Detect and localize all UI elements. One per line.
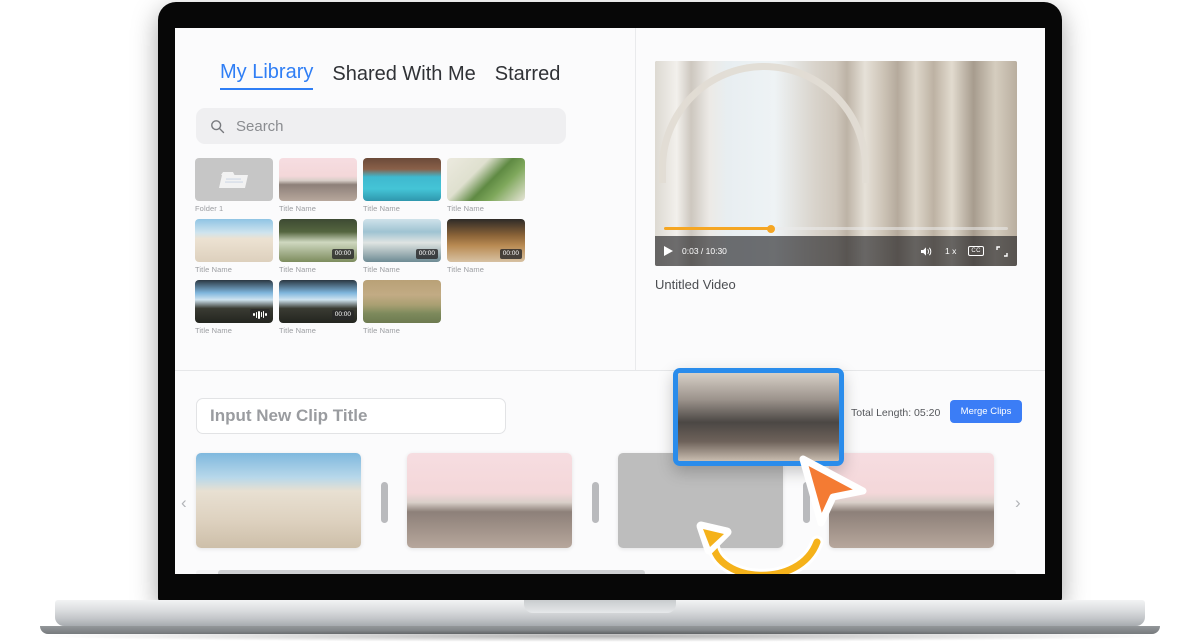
clip-title-input[interactable]: Input New Clip Title xyxy=(196,398,506,434)
laptop-shadow xyxy=(30,630,1170,642)
list-item-label: Title Name xyxy=(447,204,484,213)
list-item[interactable]: 00:00 Title Name xyxy=(447,219,525,274)
list-item[interactable]: Title Name xyxy=(279,158,357,213)
search-placeholder: Search xyxy=(236,117,284,135)
total-length-label: Total Length: 05:20 xyxy=(851,407,941,419)
list-item-label: Title Name xyxy=(363,326,400,335)
list-item[interactable]: Title Name xyxy=(363,280,441,335)
progress-bar[interactable] xyxy=(664,224,1008,233)
clip-title-placeholder: Input New Clip Title xyxy=(210,406,368,425)
play-icon[interactable] xyxy=(664,246,673,256)
progress-knob[interactable] xyxy=(766,224,775,233)
library-thumbnail-grid: Folder 1 Title Name Title Name Title Nam… xyxy=(195,158,607,335)
thumbnail-image[interactable]: 00:00 xyxy=(279,280,357,323)
thumbnail-image[interactable]: 00:00 xyxy=(363,219,441,262)
video-title: Untitled Video xyxy=(655,277,736,292)
fullscreen-icon[interactable] xyxy=(996,245,1008,257)
timeline-clip[interactable] xyxy=(407,453,572,548)
progress-fill xyxy=(664,227,771,230)
list-item[interactable]: 00:00 Title Name xyxy=(279,280,357,335)
dragged-clip-card[interactable] xyxy=(673,368,844,466)
horizontal-scrollbar-thumb[interactable] xyxy=(218,570,645,574)
waveform-icon xyxy=(250,309,270,320)
player-controls: 0:03 / 10:30 1 x CC xyxy=(655,224,1017,266)
timeline-strip: ‹ › xyxy=(175,453,1045,553)
thumbnail-image[interactable]: 00:00 xyxy=(447,219,525,262)
volume-icon[interactable] xyxy=(920,246,933,257)
timeline-next-arrow[interactable]: › xyxy=(1015,493,1021,513)
time-display: 0:03 / 10:30 xyxy=(682,246,727,256)
duration-badge: 00:00 xyxy=(499,249,522,259)
library-tabs: My Library Shared With Me Starred xyxy=(220,61,560,90)
list-item[interactable]: Folder 1 xyxy=(195,158,273,213)
duration-badge: 00:00 xyxy=(331,249,354,259)
laptop-base-notch xyxy=(524,600,676,613)
list-item-label: Title Name xyxy=(447,265,484,274)
thumbnail-image[interactable] xyxy=(195,280,273,323)
search-icon xyxy=(211,119,225,133)
duration-badge: 00:00 xyxy=(331,310,354,320)
captions-button[interactable]: CC xyxy=(968,246,984,256)
list-item[interactable]: Title Name xyxy=(195,280,273,335)
section-divider xyxy=(175,370,1045,371)
pointer-arrow-cursor xyxy=(799,455,867,527)
tab-shared-with-me[interactable]: Shared With Me xyxy=(332,63,475,90)
tab-starred[interactable]: Starred xyxy=(495,63,561,90)
player-controls-right: 1 x CC xyxy=(920,245,1008,257)
list-item[interactable]: 00:00 Title Name xyxy=(363,219,441,274)
laptop-mockup: My Library Shared With Me Starred Search xyxy=(0,0,1200,644)
clip-divider-handle[interactable] xyxy=(592,482,599,523)
folder-tile[interactable] xyxy=(195,158,273,201)
search-input[interactable]: Search xyxy=(196,108,566,144)
tab-my-library[interactable]: My Library xyxy=(220,61,314,90)
timeline-clip[interactable] xyxy=(196,453,361,548)
panel-divider-vertical xyxy=(635,28,636,370)
thumbnail-image[interactable] xyxy=(279,158,357,201)
list-item[interactable]: Title Name xyxy=(195,219,273,274)
list-item[interactable]: 00:00 Title Name xyxy=(279,219,357,274)
timeline-prev-arrow[interactable]: ‹ xyxy=(181,493,187,513)
thumbnail-image[interactable] xyxy=(363,280,441,323)
list-item-label: Title Name xyxy=(363,265,400,274)
duration-badge: 00:00 xyxy=(415,249,438,259)
merge-clips-button[interactable]: Merge Clips xyxy=(950,400,1022,423)
list-item-label: Title Name xyxy=(363,204,400,213)
list-item-label: Title Name xyxy=(195,326,232,335)
list-item-label: Title Name xyxy=(195,265,232,274)
thumbnail-image[interactable]: 00:00 xyxy=(279,219,357,262)
video-player[interactable]: 0:03 / 10:30 1 x CC xyxy=(655,61,1017,266)
app-screen: My Library Shared With Me Starred Search xyxy=(175,28,1045,574)
thumbnail-image[interactable] xyxy=(195,219,273,262)
list-item-label: Title Name xyxy=(279,265,316,274)
list-item-label: Title Name xyxy=(279,204,316,213)
playback-speed-label[interactable]: 1 x xyxy=(945,246,956,256)
thumbnail-image[interactable] xyxy=(447,158,525,201)
horizontal-scrollbar-track[interactable] xyxy=(196,570,1016,574)
thumbnail-image[interactable] xyxy=(363,158,441,201)
list-item[interactable]: Title Name xyxy=(363,158,441,213)
top-area: My Library Shared With Me Starred Search xyxy=(175,28,1045,371)
list-item-label: Folder 1 xyxy=(195,204,224,213)
folder-icon xyxy=(219,171,248,188)
dragged-clip-thumbnail xyxy=(678,373,839,461)
clip-divider-handle[interactable] xyxy=(381,482,388,523)
list-item[interactable]: Title Name xyxy=(447,158,525,213)
list-item-label: Title Name xyxy=(279,326,316,335)
